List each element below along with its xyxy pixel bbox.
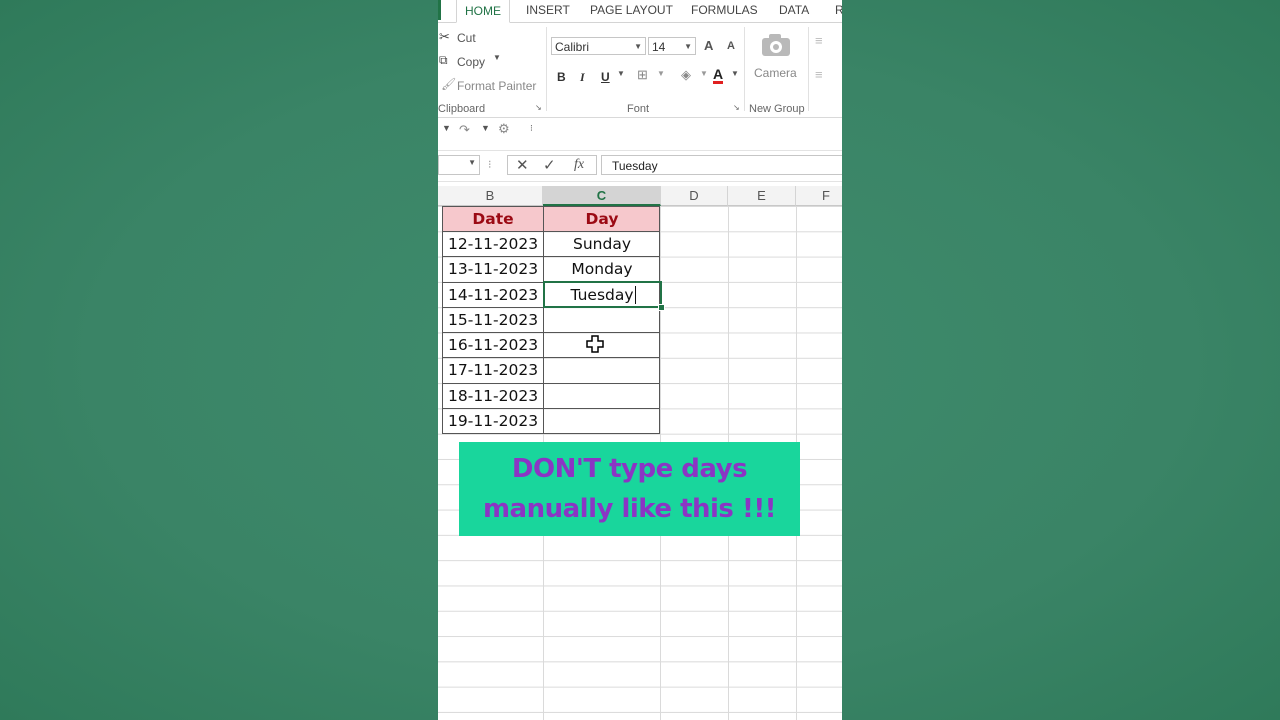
align-left-icon[interactable]: ≡	[815, 67, 823, 82]
grow-font-button[interactable]: A	[704, 38, 713, 53]
ribbon-separator	[744, 27, 745, 111]
caption-banner: DON'T type days manually like this !!!	[459, 442, 800, 536]
table-divider	[442, 408, 660, 409]
fill-handle[interactable]	[658, 304, 665, 311]
undo-dropdown-icon[interactable]: ▼	[442, 123, 451, 133]
customize-qat-icon[interactable]: ⁝	[530, 123, 533, 134]
tab-insert[interactable]: INSERT	[526, 3, 570, 17]
redo-dropdown-icon[interactable]: ▼	[481, 123, 490, 133]
tab-page-layout[interactable]: PAGE LAYOUT	[590, 3, 673, 17]
font-name-select[interactable]: Calibri ▼	[551, 37, 646, 55]
italic-button[interactable]: I	[580, 70, 585, 85]
font-size-select[interactable]: 14 ▼	[648, 37, 696, 55]
new-group-label: New Group	[749, 103, 805, 115]
underline-button[interactable]: U	[601, 70, 610, 84]
borders-dropdown-icon[interactable]: ▼	[657, 69, 665, 78]
gear-icon[interactable]: ⚙	[498, 121, 510, 137]
formula-bar-grip-icon: ⁝	[488, 159, 492, 171]
chevron-down-icon: ▼	[684, 42, 692, 51]
caption-line-1: DON'T type days	[511, 454, 748, 484]
insert-function-button[interactable]: fx	[574, 157, 584, 173]
ribbon-tabs: HOME INSERT PAGE LAYOUT FORMULAS DATA R	[438, 0, 842, 23]
formula-input[interactable]: Tuesday	[601, 155, 842, 175]
font-group-label: Font	[627, 103, 650, 115]
formula-buttons: ✕ ✓ fx	[507, 155, 597, 175]
file-tab-edge[interactable]	[438, 0, 441, 20]
active-cell-selection[interactable]	[543, 281, 662, 308]
cut-button[interactable]: Cut	[457, 31, 476, 45]
data-table-border	[442, 206, 660, 434]
camera-button[interactable]: Camera	[754, 66, 797, 80]
underline-dropdown-icon[interactable]: ▼	[617, 69, 625, 78]
camera-icon[interactable]	[760, 33, 792, 57]
table-divider	[442, 332, 660, 333]
confirm-entry-icon[interactable]: ✓	[543, 156, 556, 174]
caption-line-2: manually like this !!!	[482, 494, 777, 524]
borders-icon[interactable]: ⊞	[637, 67, 648, 83]
tab-home[interactable]: HOME	[456, 0, 510, 23]
table-divider	[442, 231, 660, 232]
clipboard-group-label: Clipboard	[438, 103, 486, 115]
column-header-e[interactable]: E	[728, 186, 796, 206]
format-painter-icon: 🖌	[441, 77, 457, 91]
column-header-c[interactable]: C	[543, 186, 661, 206]
font-color-button[interactable]: A	[713, 67, 724, 84]
copy-button[interactable]: Copy	[457, 55, 485, 69]
chevron-down-icon: ▼	[468, 158, 476, 167]
table-divider	[442, 383, 660, 384]
bold-button[interactable]: B	[557, 70, 566, 84]
tab-data[interactable]: DATA	[779, 3, 809, 17]
shrink-font-button[interactable]: A	[727, 40, 735, 52]
fill-color-dropdown-icon[interactable]: ▼	[700, 69, 708, 78]
format-painter-button[interactable]: Format Painter	[457, 79, 536, 93]
align-top-icon[interactable]: ≡	[815, 33, 823, 48]
cross-cursor-icon	[586, 335, 604, 353]
table-divider	[442, 256, 660, 257]
formula-bar: ▼ ⁝ ✕ ✓ fx Tuesday	[438, 150, 842, 182]
table-divider	[442, 357, 660, 358]
font-launcher-icon[interactable]: ↘	[733, 103, 740, 112]
table-divider	[543, 206, 544, 434]
name-box[interactable]: ▼	[438, 155, 480, 175]
scissors-icon: ✂	[439, 29, 450, 44]
column-header-b[interactable]: B	[438, 186, 543, 206]
column-header-f[interactable]: F	[796, 186, 842, 206]
fill-color-icon[interactable]: ◈	[681, 67, 691, 83]
clipboard-launcher-icon[interactable]: ↘	[535, 103, 542, 112]
font-size-value: 14	[652, 40, 666, 54]
copy-dropdown-icon[interactable]: ▼	[493, 53, 501, 62]
quick-access-toolbar: ▼ ↷ ▼ ⚙ ⁝	[438, 118, 842, 146]
excel-window: HOME INSERT PAGE LAYOUT FORMULAS DATA R …	[438, 0, 842, 720]
copy-icon: ⧉	[439, 53, 448, 67]
font-name-value: Calibri	[555, 40, 590, 54]
column-header-d[interactable]: D	[661, 186, 728, 206]
ribbon-separator	[546, 27, 547, 111]
tab-formulas[interactable]: FORMULAS	[691, 3, 758, 17]
chevron-down-icon: ▼	[634, 42, 642, 51]
font-color-dropdown-icon[interactable]: ▼	[731, 69, 739, 78]
tab-review[interactable]: R	[835, 3, 842, 17]
text-caret	[635, 286, 636, 304]
ribbon: ✂ Cut ⧉ Copy ▼ 🖌 Format Painter Clipboar…	[438, 23, 842, 118]
cancel-entry-icon[interactable]: ✕	[516, 156, 529, 174]
redo-icon[interactable]: ↷	[459, 122, 470, 138]
ribbon-separator	[808, 27, 809, 111]
